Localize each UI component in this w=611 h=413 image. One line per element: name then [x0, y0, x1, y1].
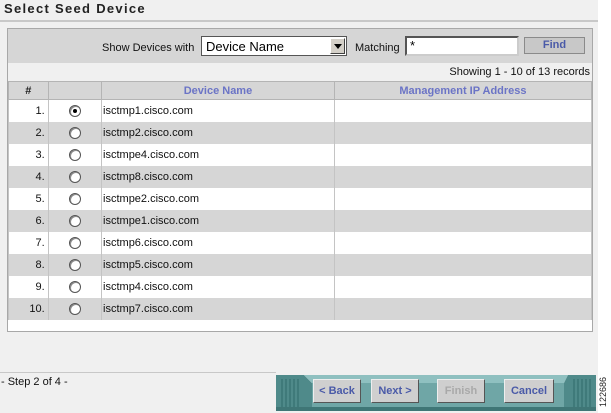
- column-header-management-ip[interactable]: Management IP Address: [333, 81, 593, 100]
- device-name-cell: isctmp1.cisco.com: [101, 99, 335, 122]
- row-number: 4.: [8, 166, 49, 188]
- row-number: 2.: [8, 122, 49, 144]
- row-select-cell[interactable]: [47, 210, 103, 232]
- filter-bar: Show Devices with Device Name Matching *…: [8, 29, 592, 63]
- matching-input[interactable]: *: [405, 36, 519, 56]
- attribute-select-value: Device Name: [206, 39, 285, 54]
- table-row[interactable]: 10. isctmp7.cisco.com: [8, 298, 593, 320]
- table-row[interactable]: 2. isctmp2.cisco.com: [8, 122, 593, 144]
- device-name-cell: isctmp4.cisco.com: [101, 276, 335, 298]
- table-row[interactable]: 3. isctmpe4.cisco.com: [8, 144, 593, 166]
- row-radio-button[interactable]: [68, 193, 81, 206]
- wizard-window: Select Seed Device Show Devices with Dev…: [0, 0, 598, 413]
- table-row[interactable]: 4. isctmp8.cisco.com: [8, 166, 593, 188]
- row-number: 8.: [8, 254, 49, 276]
- management-ip-cell: [333, 254, 593, 276]
- table-row[interactable]: 6. isctmpe1.cisco.com: [8, 210, 593, 232]
- row-radio-button[interactable]: [68, 237, 81, 250]
- matching-label: Matching: [355, 42, 400, 54]
- row-number: 9.: [8, 276, 49, 298]
- management-ip-cell: [333, 232, 593, 254]
- row-radio-button[interactable]: [68, 259, 81, 272]
- management-ip-cell: [333, 210, 593, 232]
- row-select-cell[interactable]: [47, 144, 103, 166]
- next-button[interactable]: Next >: [371, 379, 419, 403]
- device-name-cell: isctmpe2.cisco.com: [101, 188, 335, 210]
- device-table: # Device Name Management IP Address 1. is…: [8, 81, 593, 320]
- management-ip-cell: [333, 188, 593, 210]
- device-name-cell: isctmp2.cisco.com: [101, 122, 335, 144]
- row-number: 1.: [8, 99, 49, 122]
- table-header-row: # Device Name Management IP Address: [8, 81, 593, 100]
- records-count-text: Showing 1 - 10 of 13 records: [449, 66, 590, 78]
- wizard-step-indicator: - Step 2 of 4 -: [1, 376, 68, 388]
- chevron-down-icon[interactable]: [330, 38, 345, 54]
- management-ip-cell: [333, 122, 593, 144]
- attribute-select[interactable]: Device Name: [201, 36, 347, 56]
- management-ip-cell: [333, 166, 593, 188]
- row-number: 5.: [8, 188, 49, 210]
- row-radio-button[interactable]: [68, 127, 81, 140]
- device-name-cell: isctmpe4.cisco.com: [101, 144, 335, 166]
- table-row[interactable]: 7. isctmp6.cisco.com: [8, 232, 593, 254]
- table-row[interactable]: 9. isctmp4.cisco.com: [8, 276, 593, 298]
- table-row[interactable]: 1. isctmp1.cisco.com: [8, 99, 593, 122]
- column-header-number: #: [8, 81, 49, 100]
- row-radio-button[interactable]: [68, 281, 81, 294]
- row-radio-button[interactable]: [68, 105, 81, 118]
- table-row[interactable]: 8. isctmp5.cisco.com: [8, 254, 593, 276]
- row-select-cell[interactable]: [47, 298, 103, 320]
- finish-button[interactable]: Finish: [437, 379, 485, 403]
- row-select-cell[interactable]: [47, 188, 103, 210]
- device-panel: Show Devices with Device Name Matching *…: [7, 28, 593, 332]
- row-select-cell[interactable]: [47, 276, 103, 298]
- device-name-cell: isctmp5.cisco.com: [101, 254, 335, 276]
- row-select-cell[interactable]: [47, 166, 103, 188]
- page-title: Select Seed Device: [4, 1, 146, 16]
- device-name-cell: isctmp8.cisco.com: [101, 166, 335, 188]
- row-select-cell[interactable]: [47, 254, 103, 276]
- management-ip-cell: [333, 276, 593, 298]
- show-devices-label: Show Devices with: [102, 42, 195, 54]
- management-ip-cell: [333, 99, 593, 122]
- row-number: 3.: [8, 144, 49, 166]
- row-select-cell[interactable]: [47, 232, 103, 254]
- back-button[interactable]: < Back: [313, 379, 361, 403]
- row-select-cell[interactable]: [47, 122, 103, 144]
- row-radio-button[interactable]: [68, 149, 81, 162]
- device-name-cell: isctmp7.cisco.com: [101, 298, 335, 320]
- device-name-cell: isctmpe1.cisco.com: [101, 210, 335, 232]
- cancel-button[interactable]: Cancel: [504, 379, 554, 403]
- row-number: 7.: [8, 232, 49, 254]
- row-select-cell[interactable]: [47, 99, 103, 122]
- device-name-cell: isctmp6.cisco.com: [101, 232, 335, 254]
- title-divider: [0, 20, 598, 22]
- column-header-select: [47, 81, 103, 100]
- table-row[interactable]: 5. isctmpe2.cisco.com: [8, 188, 593, 210]
- figure-number: 122686: [598, 376, 608, 408]
- row-number: 10.: [8, 298, 49, 320]
- records-info: Showing 1 - 10 of 13 records: [8, 63, 592, 81]
- column-header-device-name[interactable]: Device Name: [101, 81, 335, 100]
- row-radio-button[interactable]: [68, 303, 81, 316]
- find-button[interactable]: Find: [524, 37, 585, 54]
- row-number: 6.: [8, 210, 49, 232]
- footer-divider: [0, 372, 276, 373]
- management-ip-cell: [333, 298, 593, 320]
- row-radio-button[interactable]: [68, 171, 81, 184]
- wizard-nav-bar: < Back Next > Finish Cancel: [276, 371, 596, 411]
- management-ip-cell: [333, 144, 593, 166]
- row-radio-button[interactable]: [68, 215, 81, 228]
